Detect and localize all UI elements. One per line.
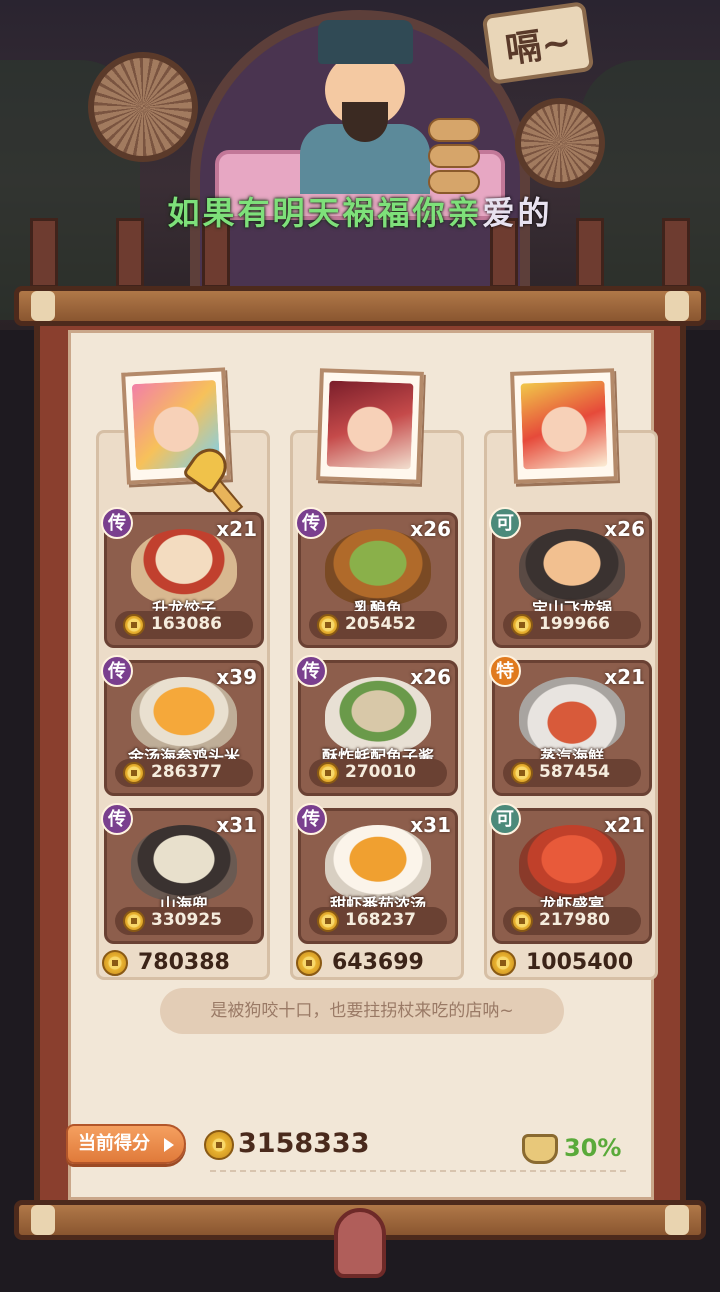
dish-count: x26: [410, 517, 451, 541]
coin-icon: [102, 950, 128, 976]
dish-card[interactable]: 传 x21 升龙饺子 163086: [101, 507, 264, 648]
dish-price: 163086: [151, 614, 222, 634]
coin-icon: [490, 950, 516, 976]
coin-icon: [317, 910, 339, 932]
rarity-badge: 可: [489, 803, 521, 835]
dish-price-bar: 217980: [503, 907, 641, 935]
dish-price-bar: 168237: [309, 907, 447, 935]
scroll-rod-top: [14, 286, 706, 326]
dish-card[interactable]: 传 x26 酥炸蚝配鱼子酱 270010: [295, 655, 458, 796]
dish-card[interactable]: 可 x21 龙虾盛宴 217980: [489, 803, 652, 944]
dish-price: 286377: [151, 762, 222, 782]
speech-bubble: 嗝~: [481, 1, 595, 85]
dish-count: x26: [604, 517, 645, 541]
rarity-badge: 特: [489, 655, 521, 687]
subtitle-highlighted-text: 如果有明天祸福你亲: [167, 194, 483, 232]
dish-price: 168237: [345, 910, 416, 930]
coin-icon: [511, 762, 533, 784]
rarity-badge: 传: [295, 803, 327, 835]
column-total-value: 1005400: [526, 950, 634, 975]
character-hat: [318, 20, 413, 64]
dish-count: x21: [604, 665, 645, 689]
coin-icon: [296, 950, 322, 976]
dish-card[interactable]: 传 x31 甜虾番茄浓汤 168237: [295, 803, 458, 944]
dish-price-bar: 205452: [309, 611, 447, 639]
column-total-1: 780388: [102, 950, 230, 976]
customer-character[interactable]: [300, 20, 430, 194]
rarity-badge: 传: [295, 507, 327, 539]
dish-price-bar: 199966: [503, 611, 641, 639]
dialogue-subtitle: 如果有明天祸福你亲爱的: [0, 188, 720, 234]
restaurant-scene: 嗝~ 如果有明天祸福你亲爱的: [0, 0, 720, 330]
dish-count: x31: [410, 813, 451, 837]
coin-icon: [123, 614, 145, 636]
coin-icon: [123, 762, 145, 784]
rarity-badge: 传: [101, 803, 133, 835]
dish-price-bar: 286377: [115, 759, 253, 787]
dish-card[interactable]: 传 x26 乳酿鱼 205452: [295, 507, 458, 648]
dish-card[interactable]: 传 x31 山海兜 330925: [101, 803, 264, 944]
divider: [210, 1170, 626, 1172]
coin-icon: [123, 910, 145, 932]
dish-card[interactable]: 传 x39 金汤海参鸡头米 286377: [101, 655, 264, 796]
dish-price-bar: 330925: [115, 907, 253, 935]
column-total-value: 643699: [332, 950, 424, 975]
knot-tassel-icon: [334, 1208, 386, 1278]
rarity-badge: 传: [295, 655, 327, 687]
rarity-badge: 传: [101, 507, 133, 539]
dish-price: 330925: [151, 910, 222, 930]
coin-icon: [511, 614, 533, 636]
dish-price-bar: 587454: [503, 759, 641, 787]
current-score: 3158333: [204, 1128, 370, 1160]
score-value: 3158333: [238, 1128, 370, 1159]
coin-icon: [317, 762, 339, 784]
dish-price: 270010: [345, 762, 416, 782]
steamed-bun-stack: [428, 118, 480, 194]
dish-price: 199966: [539, 614, 610, 634]
customer-portrait-3[interactable]: [510, 368, 618, 484]
rarity-badge: 可: [489, 507, 521, 539]
fan-decoration-left: [88, 52, 198, 162]
coin-icon: [317, 614, 339, 636]
dish-price: 205452: [345, 614, 416, 634]
fan-decoration-right: [515, 98, 605, 188]
customer-comment: 是被狗咬十口，也要拄拐杖来吃的店呐~: [160, 988, 564, 1034]
dish-count: x21: [216, 517, 257, 541]
bonus-percent: 30%: [564, 1134, 622, 1162]
dish-price: 587454: [539, 762, 610, 782]
bonus-pot-icon: [522, 1134, 558, 1164]
dish-price: 217980: [539, 910, 610, 930]
column-total-value: 780388: [138, 950, 230, 975]
dish-count: x26: [410, 665, 451, 689]
dish-count: x31: [216, 813, 257, 837]
coin-icon: [204, 1129, 234, 1160]
column-total-2: 643699: [296, 950, 424, 976]
rarity-badge: 传: [101, 655, 133, 687]
coin-icon: [511, 910, 533, 932]
dish-card[interactable]: 可 x26 宝山飞龙锅 199966: [489, 507, 652, 648]
customer-portrait-2[interactable]: [316, 368, 424, 484]
dish-count: x21: [604, 813, 645, 837]
dish-count: x39: [216, 665, 257, 689]
dish-card[interactable]: 特 x21 蒸汽海鲜 587454: [489, 655, 652, 796]
dish-price-bar: 270010: [309, 759, 447, 787]
subtitle-remaining-text: 爱的: [482, 194, 553, 232]
column-total-3: 1005400: [490, 950, 633, 976]
dish-price-bar: 163086: [115, 611, 253, 639]
current-score-button[interactable]: 当前得分: [66, 1124, 186, 1164]
